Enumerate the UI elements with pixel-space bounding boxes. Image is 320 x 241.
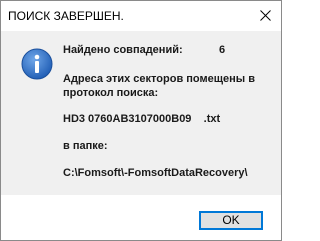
close-button[interactable] (251, 1, 281, 31)
folder-path: C:\Fomsoft\-FomsoftDataRecovery\ (63, 167, 248, 179)
folder-label: в папке: (63, 140, 108, 152)
title-bar[interactable]: ПОИСК ЗАВЕРШЕН. (1, 1, 281, 31)
sectors-text-line2: протокол поиска: (63, 87, 159, 99)
button-bar: OK (1, 195, 281, 240)
found-count: 6 (219, 44, 226, 56)
close-icon (260, 10, 271, 21)
search-complete-dialog: ПОИСК ЗАВЕРШЕН. Найдено совпадений: 6 Ад… (0, 0, 282, 241)
message-area: Найдено совпадений: 6 Адреса этих сектор… (1, 31, 281, 195)
ok-button[interactable]: OK (199, 211, 263, 230)
found-label: Найдено совпадений: (63, 44, 183, 56)
dialog-title: ПОИСК ЗАВЕРШЕН. (8, 9, 124, 23)
info-icon (21, 48, 53, 80)
sectors-text-line1: Адреса этих секторов помещены в (63, 73, 255, 85)
log-filename: HD3 0760AB3107000B09 .txt (63, 113, 221, 125)
